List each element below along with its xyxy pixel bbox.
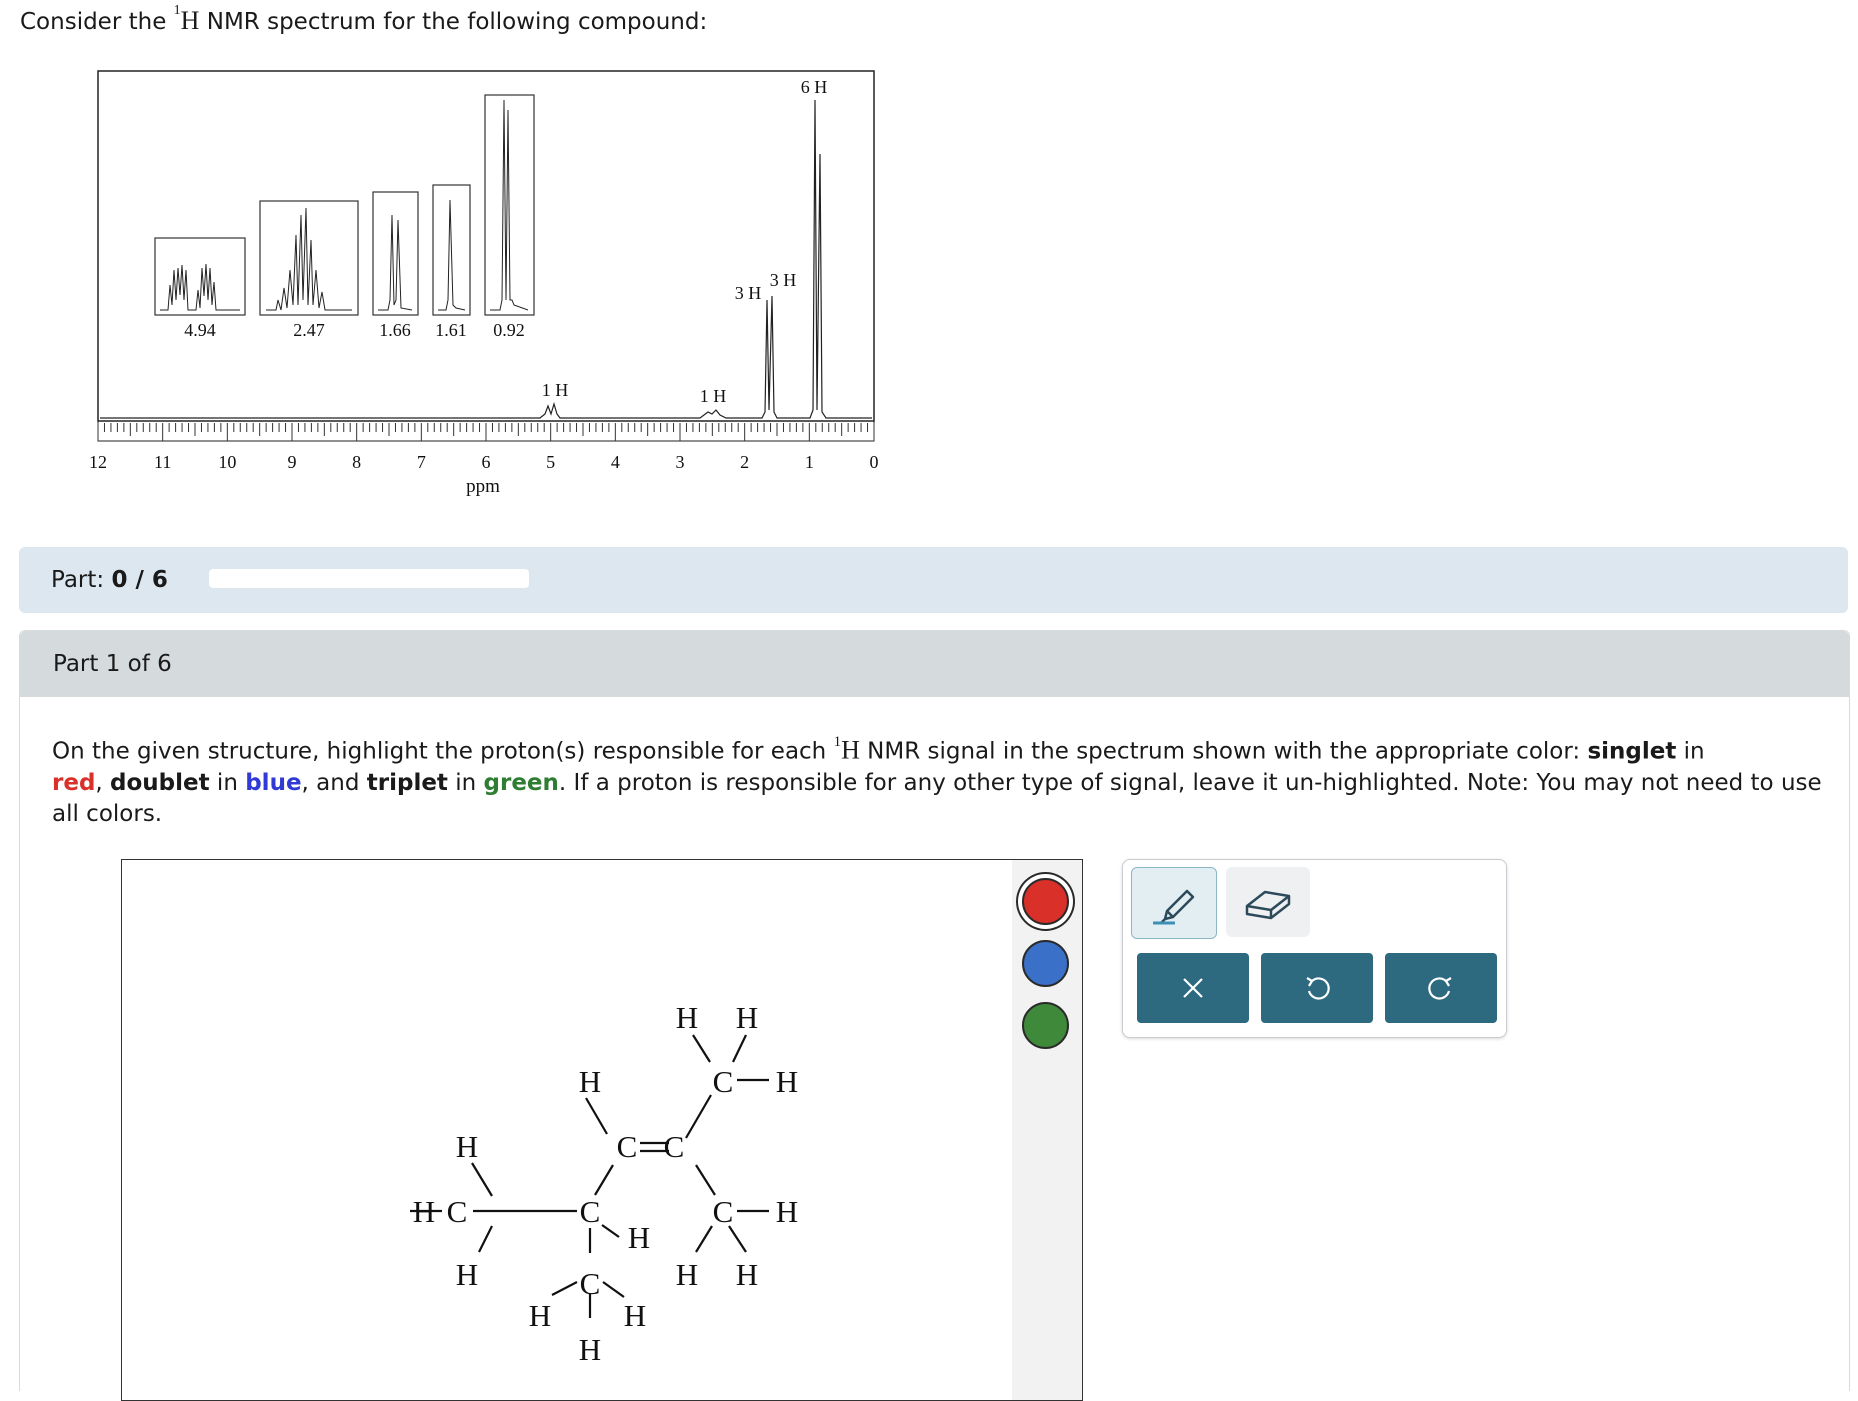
ppm-tick-label: 2 bbox=[740, 452, 749, 472]
ppm-tick-label: 7 bbox=[417, 452, 426, 472]
instr-superscript: 1 bbox=[833, 734, 842, 750]
spectrum-frame bbox=[97, 70, 875, 422]
instr-h-symbol: H bbox=[841, 735, 860, 765]
intro-text-1: Consider the bbox=[20, 9, 174, 35]
close-icon bbox=[1183, 978, 1203, 998]
hydrogen-atom[interactable]: H bbox=[776, 1194, 798, 1229]
spectrum-trace bbox=[100, 99, 872, 419]
green-color-swatch[interactable] bbox=[1022, 1002, 1069, 1049]
undo-icon bbox=[1306, 977, 1330, 1000]
instr-red: red bbox=[52, 769, 96, 796]
red-color-swatch[interactable] bbox=[1022, 878, 1069, 925]
clear-button[interactable] bbox=[1137, 953, 1249, 1023]
intro-superscript: 1 bbox=[173, 3, 181, 19]
hydrogen-atom[interactable]: H bbox=[413, 1194, 435, 1229]
hydrogen-atom[interactable]: H bbox=[628, 1220, 650, 1255]
instr-blue: blue bbox=[245, 769, 302, 796]
hydrogen-atom[interactable]: H bbox=[529, 1298, 551, 1333]
integration-6h: 6 H bbox=[801, 77, 828, 97]
hydrogen-atom[interactable]: H bbox=[736, 1000, 758, 1035]
highlighter-icon bbox=[1153, 889, 1195, 925]
hydrogen-atom[interactable]: H bbox=[624, 1298, 646, 1333]
ppm-tick-label: 5 bbox=[546, 452, 555, 472]
instr-text-2: NMR signal in the spectrum shown with th… bbox=[859, 738, 1588, 765]
carbon-atom: C bbox=[580, 1194, 601, 1229]
part-label-text: Part: bbox=[51, 567, 105, 593]
eraser-icon bbox=[1245, 890, 1291, 920]
instr-in-2: in bbox=[209, 769, 246, 796]
inset-label: 1.61 bbox=[435, 320, 467, 340]
ppm-tick-label: 0 bbox=[870, 452, 879, 472]
redo-icon bbox=[1428, 977, 1452, 1000]
undo-button[interactable] bbox=[1261, 953, 1373, 1023]
blue-color-swatch[interactable] bbox=[1022, 940, 1069, 987]
structure-atoms: H HH C HH C CH C C C HHH C H HH HH bbox=[413, 1000, 798, 1367]
instr-in-1: in bbox=[1676, 738, 1705, 765]
ppm-tick-label: 6 bbox=[482, 452, 491, 472]
hydrogen-atom[interactable]: H bbox=[579, 1332, 601, 1367]
part-progress-label: Part: 0 / 6 bbox=[51, 567, 168, 593]
instr-in-3: in bbox=[447, 769, 484, 796]
carbon-atom: C bbox=[617, 1129, 638, 1164]
nmr-spectrum: 4.94 2.47 1.66 1.61 0.92 6 H 3 H 3 H 1 H 1 H… bbox=[89, 70, 879, 497]
integration-3h-a: 3 H bbox=[770, 270, 797, 290]
hydrogen-atom[interactable]: H bbox=[456, 1129, 478, 1164]
carbon-atom: C bbox=[664, 1129, 685, 1164]
redo-button[interactable] bbox=[1385, 953, 1497, 1023]
instr-doublet: doublet bbox=[110, 769, 210, 796]
inset-label: 4.94 bbox=[184, 320, 216, 340]
spectrum-insets bbox=[154, 94, 535, 316]
ppm-tick-label: 1 bbox=[805, 452, 814, 472]
structure-canvas[interactable]: HHHCHHCCHCCCHHHCHHHHH bbox=[121, 859, 1014, 1401]
highlighter-button[interactable] bbox=[1131, 867, 1217, 939]
carbon-atom: C bbox=[580, 1266, 601, 1301]
hydrogen-atom[interactable]: H bbox=[579, 1064, 601, 1099]
eraser-button[interactable] bbox=[1226, 867, 1310, 937]
question-intro: Consider the 1H NMR spectrum for the fol… bbox=[20, 3, 708, 36]
part-header: Part 1 of 6 bbox=[20, 631, 1849, 697]
hydrogen-atom[interactable]: H bbox=[676, 1000, 698, 1035]
progress-track bbox=[209, 569, 529, 588]
ppm-tick-label: 11 bbox=[154, 452, 171, 472]
x-axis-label: ppm bbox=[466, 476, 500, 497]
hydrogen-atom[interactable]: H bbox=[736, 1257, 758, 1292]
inset-multiplets bbox=[160, 99, 529, 311]
ppm-tick-label: 3 bbox=[676, 452, 685, 472]
ppm-tick-label: 4 bbox=[611, 452, 620, 472]
ppm-tick-label: 9 bbox=[288, 452, 297, 472]
ppm-tick-label: 10 bbox=[218, 452, 236, 472]
instr-triplet: triplet bbox=[366, 769, 448, 796]
instr-green: green bbox=[483, 769, 559, 796]
instr-comma: , bbox=[95, 769, 111, 796]
ppm-tick-label: 12 bbox=[89, 452, 107, 472]
integration-1h-a: 1 H bbox=[542, 380, 569, 400]
part-title: Part 1 of 6 bbox=[53, 651, 172, 677]
hydrogen-atom[interactable]: H bbox=[676, 1257, 698, 1292]
inset-label: 1.66 bbox=[379, 320, 411, 340]
carbon-atom: C bbox=[713, 1064, 734, 1099]
carbon-atom: C bbox=[713, 1194, 734, 1229]
integration-3h-b: 3 H bbox=[735, 283, 762, 303]
hydrogen-atom[interactable]: H bbox=[776, 1064, 798, 1099]
inset-labels: 4.94 2.47 1.66 1.61 0.92 bbox=[184, 320, 525, 340]
color-palette bbox=[1012, 859, 1083, 1401]
ppm-minor-ticks bbox=[97, 423, 875, 441]
integration-1h-b: 1 H bbox=[700, 386, 727, 406]
inset-label: 0.92 bbox=[493, 320, 525, 340]
instr-singlet: singlet bbox=[1587, 738, 1677, 765]
intro-text-2: NMR spectrum for the following compound: bbox=[199, 9, 708, 35]
drawing-toolbox bbox=[1122, 859, 1507, 1038]
inset-label: 2.47 bbox=[293, 320, 325, 340]
part-instructions: On the given structure, highlight the pr… bbox=[52, 731, 1832, 830]
instr-text-1: On the given structure, highlight the pr… bbox=[52, 738, 834, 765]
intro-h-symbol: H bbox=[180, 6, 200, 35]
ppm-tick-labels: 12 11 10 9 8 7 6 5 4 3 2 1 0 bbox=[89, 452, 879, 472]
ppm-tick-label: 8 bbox=[352, 452, 361, 472]
carbon-atom: C bbox=[447, 1194, 468, 1229]
part-progress-value: 0 / 6 bbox=[111, 567, 168, 593]
structure-drawing: H HH C HH C CH C C C HHH C H HH HH bbox=[410, 1000, 798, 1367]
part-progress-bar: Part: 0 / 6 bbox=[19, 547, 1848, 613]
hydrogen-atom[interactable]: H bbox=[456, 1257, 478, 1292]
instr-and: , and bbox=[301, 769, 367, 796]
